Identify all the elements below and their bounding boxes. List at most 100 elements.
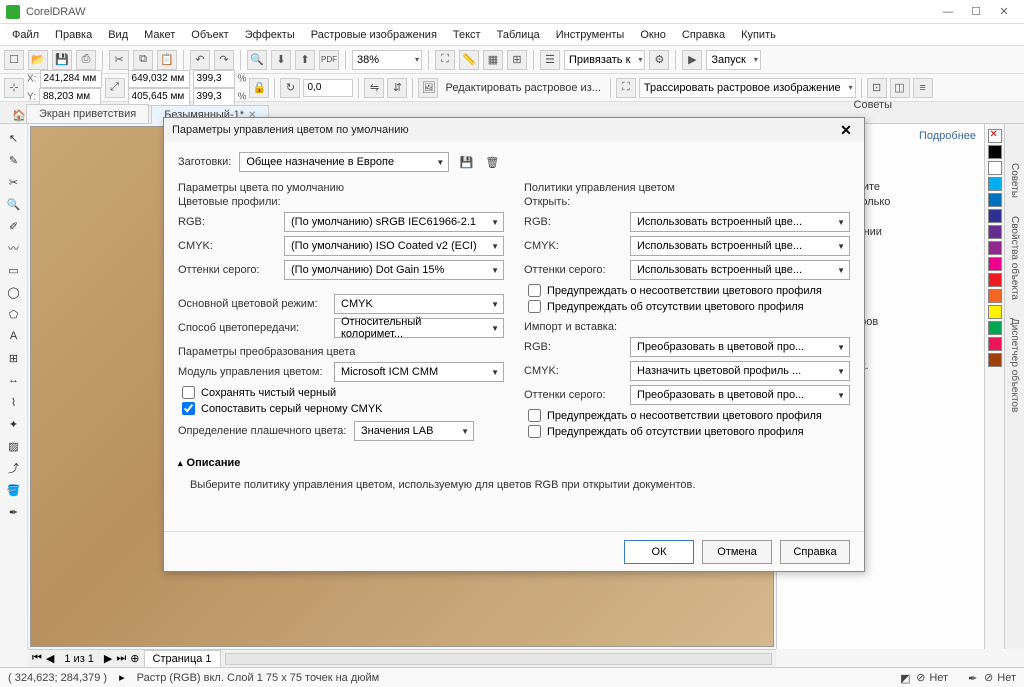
minimize-button[interactable]: —	[934, 6, 962, 18]
text-tool-icon[interactable]: A	[4, 326, 24, 346]
trace-dropdown[interactable]: Трассировать растровое изображение	[639, 78, 856, 98]
nav-next-icon[interactable]: ▶	[104, 652, 112, 665]
zoom-dropdown[interactable]: 38%	[352, 50, 422, 70]
eyedropper-tool-icon[interactable]: ⤴	[4, 458, 24, 478]
status-fill[interactable]: ◩⊘ Нет	[900, 671, 948, 684]
rectangle-tool-icon[interactable]: ▭	[4, 260, 24, 280]
pdf-icon[interactable]: PDF	[319, 50, 339, 70]
rotation-input[interactable]	[303, 79, 353, 97]
cmyk-profile-dropdown[interactable]: (По умолчанию) ISO Coated v2 (ECI)	[284, 236, 504, 256]
swatch-brown[interactable]	[988, 353, 1002, 367]
transparency-tool-icon[interactable]: ▨	[4, 436, 24, 456]
swatch-green[interactable]	[988, 321, 1002, 335]
open-warn-missing-checkbox[interactable]: Предупреждать об отсутствии цветового пр…	[528, 300, 850, 313]
menu-object[interactable]: Объект	[183, 27, 236, 43]
mirror-h-icon[interactable]: ⇋	[364, 78, 384, 98]
mirror-v-icon[interactable]: ⇵	[387, 78, 407, 98]
nav-prev-icon[interactable]: ◀	[46, 652, 54, 665]
export-icon[interactable]: ⬆	[295, 50, 315, 70]
trace-icon[interactable]: ⛶	[616, 78, 636, 98]
nav-last-icon[interactable]: ⏭	[116, 652, 126, 665]
snap-icon[interactable]: ☰	[540, 50, 560, 70]
spot-dropdown[interactable]: Значения LAB	[354, 421, 474, 441]
maximize-button[interactable]: ☐	[962, 5, 990, 18]
menu-edit[interactable]: Правка	[47, 27, 100, 43]
scale-y-input[interactable]	[193, 88, 235, 106]
status-outline[interactable]: ✒⊘ Нет	[968, 671, 1016, 684]
menu-help[interactable]: Справка	[674, 27, 733, 43]
crop-tool-icon[interactable]: ✂	[4, 172, 24, 192]
add-page-icon[interactable]: ⊕	[130, 652, 139, 665]
open-icon[interactable]: 📂	[28, 50, 48, 70]
swatch-orange[interactable]	[988, 289, 1002, 303]
delete-preset-icon[interactable]: 🗑	[483, 153, 501, 171]
swatch-black[interactable]	[988, 145, 1002, 159]
print-icon[interactable]: ⎙	[76, 50, 96, 70]
nav-first-icon[interactable]: ⏮	[32, 652, 42, 665]
menu-file[interactable]: Файл	[4, 27, 47, 43]
presets-dropdown[interactable]: Общее назначение в Европе	[239, 152, 449, 172]
cancel-button[interactable]: Отмена	[702, 540, 772, 564]
y-input[interactable]	[39, 88, 101, 106]
ok-button[interactable]: ОК	[624, 540, 694, 564]
swatch-violet[interactable]	[988, 241, 1002, 255]
resample-icon[interactable]: ◫	[890, 78, 910, 98]
edit-bitmap-button[interactable]: Редактировать растровое из...	[441, 82, 604, 94]
open-warn-mismatch-checkbox[interactable]: Предупреждать о несоответствии цветового…	[528, 284, 850, 297]
launch-dropdown[interactable]: Запуск	[706, 50, 760, 70]
import-cmyk-dropdown[interactable]: Назначить цветовой профиль ...	[630, 361, 850, 381]
gray-profile-dropdown[interactable]: (По умолчанию) Dot Gain 15%	[284, 260, 504, 280]
snap-dropdown[interactable]: Привязать к	[564, 50, 645, 70]
swatch-pink[interactable]	[988, 337, 1002, 351]
menu-table[interactable]: Таблица	[489, 27, 548, 43]
options-icon[interactable]: ⚙	[649, 50, 669, 70]
swatch-darkblue[interactable]	[988, 209, 1002, 223]
import-warn-missing-checkbox[interactable]: Предупреждать об отсутствии цветового пр…	[528, 425, 850, 438]
fill-tool-icon[interactable]: 🪣	[4, 480, 24, 500]
swatch-white[interactable]	[988, 161, 1002, 175]
help-button[interactable]: Справка	[780, 540, 850, 564]
import-icon[interactable]: ⬇	[271, 50, 291, 70]
dialog-close-icon[interactable]: ✕	[836, 122, 856, 139]
preserve-black-checkbox[interactable]: Сохранять чистый черный	[182, 386, 504, 399]
description-toggle[interactable]: Описание	[178, 457, 850, 469]
horizontal-scrollbar[interactable]	[225, 653, 772, 665]
outline-tool-icon[interactable]: ✒	[4, 502, 24, 522]
edit-bitmap-icon[interactable]: 🖼	[418, 78, 438, 98]
swatch-none[interactable]	[988, 129, 1002, 143]
wrap-icon[interactable]: ≡	[913, 78, 933, 98]
open-cmyk-dropdown[interactable]: Использовать встроенный цве...	[630, 236, 850, 256]
lock-ratio-icon[interactable]: 🔒	[249, 78, 269, 98]
close-button[interactable]: ✕	[990, 5, 1018, 18]
docker-object-manager[interactable]: Диспетчер объектов	[1006, 309, 1023, 421]
open-rgb-dropdown[interactable]: Использовать встроенный цве...	[630, 212, 850, 232]
swatch-purple[interactable]	[988, 225, 1002, 239]
polygon-tool-icon[interactable]: ⬠	[4, 304, 24, 324]
map-gray-checkbox[interactable]: Сопоставить серый черному CMYK	[182, 402, 504, 415]
paste-icon[interactable]: 📋	[157, 50, 177, 70]
import-warn-mismatch-checkbox[interactable]: Предупреждать о несоответствии цветового…	[528, 409, 850, 422]
open-gray-dropdown[interactable]: Использовать встроенный цве...	[630, 260, 850, 280]
connector-tool-icon[interactable]: ⌇	[4, 392, 24, 412]
swatch-red[interactable]	[988, 273, 1002, 287]
shape-tool-icon[interactable]: ✎	[4, 150, 24, 170]
home-icon[interactable]: 🏠	[12, 109, 26, 123]
tab-welcome[interactable]: Экран приветствия	[26, 104, 149, 123]
ellipse-tool-icon[interactable]: ◯	[4, 282, 24, 302]
rgb-profile-dropdown[interactable]: (По умолчанию) sRGB IEC61966-2.1	[284, 212, 504, 232]
undo-icon[interactable]: ↶	[190, 50, 210, 70]
pick-tool-icon[interactable]: ↖	[4, 128, 24, 148]
scale-x-input[interactable]	[193, 70, 235, 88]
rendering-dropdown[interactable]: Относительный колоримет...	[334, 318, 504, 338]
search-icon[interactable]: 🔍	[247, 50, 267, 70]
primary-mode-dropdown[interactable]: CMYK	[334, 294, 504, 314]
menu-buy[interactable]: Купить	[733, 27, 784, 43]
swatch-blue[interactable]	[988, 193, 1002, 207]
swatch-cyan[interactable]	[988, 177, 1002, 191]
launch-icon[interactable]: ▶	[682, 50, 702, 70]
engine-dropdown[interactable]: Microsoft ICM CMM	[334, 362, 504, 382]
import-gray-dropdown[interactable]: Преобразовать в цветовой про...	[630, 385, 850, 405]
menu-tools[interactable]: Инструменты	[548, 27, 633, 43]
import-rgb-dropdown[interactable]: Преобразовать в цветовой про...	[630, 337, 850, 357]
freehand-tool-icon[interactable]: ✐	[4, 216, 24, 236]
